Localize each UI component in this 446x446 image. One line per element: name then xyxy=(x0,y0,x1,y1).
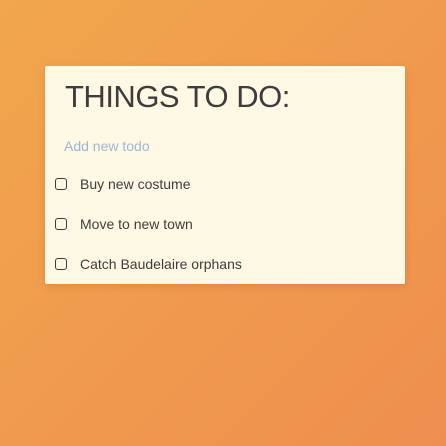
new-todo-input[interactable] xyxy=(64,136,384,156)
checkbox-empty-icon[interactable] xyxy=(55,258,67,270)
todo-list: Buy new costume Move to new town Catch B… xyxy=(45,170,405,290)
todo-card: THINGS TO DO: Buy new costume Move to ne… xyxy=(45,66,405,284)
todo-item[interactable]: Catch Baudelaire orphans xyxy=(45,250,405,290)
checkbox-empty-icon[interactable] xyxy=(55,178,67,190)
todo-label: Catch Baudelaire orphans xyxy=(80,256,242,272)
todo-label: Buy new costume xyxy=(80,176,191,192)
todo-item[interactable]: Buy new costume xyxy=(45,170,405,210)
todo-item[interactable]: Move to new town xyxy=(45,210,405,250)
checkbox-empty-icon[interactable] xyxy=(55,218,67,230)
todo-label: Move to new town xyxy=(80,216,193,232)
page-title: THINGS TO DO: xyxy=(65,79,290,114)
